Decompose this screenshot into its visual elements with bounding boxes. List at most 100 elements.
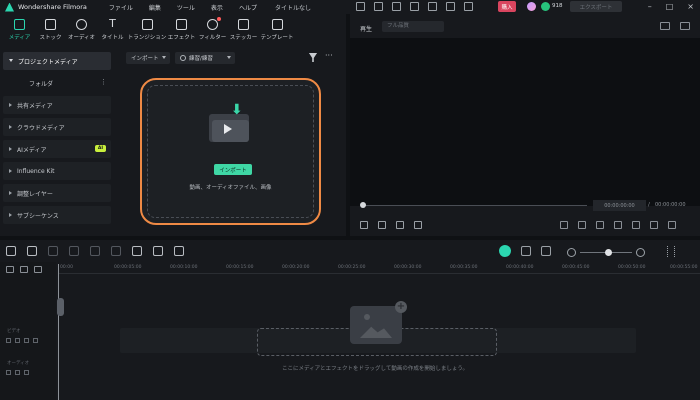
drop-area-hint: 動画、オーディオファイル、画像 xyxy=(189,185,272,191)
snapshot-icon[interactable] xyxy=(660,22,670,30)
export-button[interactable]: エクスポート xyxy=(570,1,622,12)
add-track-icon[interactable] xyxy=(6,266,14,273)
sidebar-item-ai-media[interactable]: AIメディア AI xyxy=(3,140,111,158)
sidebar-item-subsequence[interactable]: サブシーケンス xyxy=(3,206,111,224)
layout-icon[interactable] xyxy=(356,2,365,11)
edit-small-icon[interactable] xyxy=(33,338,38,343)
voice-icon[interactable] xyxy=(521,246,531,256)
filmora-logo-icon xyxy=(5,2,14,12)
timeline-ruler[interactable]: 00:00 00:00:05:00 00:00:10:00 00:00:15:0… xyxy=(58,264,700,274)
monitor-icon[interactable] xyxy=(614,221,622,229)
tab-template[interactable]: テンプレート xyxy=(261,19,293,47)
preview-scrubber[interactable] xyxy=(362,205,587,206)
folder-small-icon[interactable] xyxy=(6,338,11,343)
menu-view[interactable]: 表示 xyxy=(211,3,223,12)
tab-effect[interactable]: エフェクト xyxy=(168,19,195,47)
playhead-handle[interactable] xyxy=(57,298,64,316)
import-button[interactable]: インポート xyxy=(214,164,252,175)
delete-icon[interactable] xyxy=(90,246,100,256)
menu-tools[interactable]: ツール xyxy=(177,3,195,12)
tab-audio[interactable]: オーディオ xyxy=(68,19,95,47)
track-menu-icon[interactable] xyxy=(667,246,675,257)
zoom-in-icon[interactable] xyxy=(636,248,645,257)
ruler-tick: 00:00:30:00 xyxy=(394,265,422,270)
maximize-icon[interactable]: □ xyxy=(666,2,674,11)
tab-transition[interactable]: トランジション xyxy=(128,19,166,47)
chevron-right-icon xyxy=(9,169,12,173)
sidebar-item-folder[interactable]: フォルダ ⋮ xyxy=(3,74,111,92)
filter-funnel-icon[interactable] xyxy=(309,53,317,62)
lock-icon[interactable] xyxy=(15,338,20,343)
crop-icon[interactable] xyxy=(153,246,163,256)
ruler-tick: 00:00:20:00 xyxy=(282,265,310,270)
ruler-tick: 00:00:35:00 xyxy=(450,265,478,270)
layout-grid-icon[interactable] xyxy=(6,246,16,256)
mark-in-icon[interactable] xyxy=(560,221,568,229)
volume-icon[interactable] xyxy=(650,221,658,229)
stop-icon[interactable] xyxy=(414,221,422,229)
media-drop-area[interactable]: ⬇ インポート 動画、オーディオファイル、画像 xyxy=(140,78,321,225)
import-dropdown[interactable]: インポート xyxy=(126,52,170,64)
track-manage-icon[interactable] xyxy=(34,266,42,273)
undo-icon[interactable] xyxy=(48,246,58,256)
screen-icon[interactable] xyxy=(374,2,383,11)
more-horizontal-icon[interactable]: ··· xyxy=(325,51,333,60)
buy-button[interactable]: 購入 xyxy=(498,1,516,12)
tab-label: タイトル xyxy=(101,35,124,41)
zoom-out-icon[interactable] xyxy=(567,248,576,257)
tab-sticker[interactable]: ステッカー xyxy=(230,19,257,47)
menu-help[interactable]: ヘルプ xyxy=(239,3,257,12)
sidebar-item-influence-kit[interactable]: Influence Kit xyxy=(3,162,111,180)
sort-dropdown[interactable]: 練習/練習 xyxy=(175,52,235,64)
minimize-icon[interactable]: – xyxy=(648,2,652,11)
text-tool-icon[interactable] xyxy=(132,246,142,256)
message-icon[interactable] xyxy=(464,2,473,11)
sidebar-item-adjustment-layer[interactable]: 調整レイヤー xyxy=(3,184,111,202)
tab-media[interactable]: メディア xyxy=(6,19,33,47)
scrubber-handle[interactable] xyxy=(360,202,366,208)
link-icon[interactable] xyxy=(20,266,28,273)
camera-icon[interactable] xyxy=(632,221,640,229)
cloud-icon[interactable] xyxy=(428,2,437,11)
folder-icon[interactable] xyxy=(410,2,419,11)
audio-icon xyxy=(76,19,87,30)
keyboard-icon[interactable] xyxy=(446,2,455,11)
redo-icon[interactable] xyxy=(69,246,79,256)
microphone-icon[interactable] xyxy=(541,246,551,256)
menu-file[interactable]: ファイル xyxy=(109,3,133,12)
tab-stock[interactable]: ストック xyxy=(37,19,64,47)
more-icon[interactable]: ⋮ xyxy=(100,78,107,86)
cut-icon[interactable] xyxy=(111,246,121,256)
eye-icon[interactable] xyxy=(24,338,29,343)
image-sun-shape xyxy=(364,314,370,320)
play-icon[interactable] xyxy=(378,221,386,229)
save-icon[interactable] xyxy=(392,2,401,11)
fullscreen-icon[interactable] xyxy=(680,22,690,30)
menu-edit[interactable]: 編集 xyxy=(149,3,161,12)
avatar[interactable] xyxy=(527,2,536,11)
select-tool-icon[interactable] xyxy=(27,246,37,256)
tab-title[interactable]: T タイトル xyxy=(99,18,126,47)
play-reverse-icon[interactable] xyxy=(396,221,404,229)
window-controls: – □ × xyxy=(648,2,694,11)
mark-out-icon[interactable] xyxy=(578,221,586,229)
display-icon[interactable] xyxy=(596,221,604,229)
auto-ripple-icon[interactable] xyxy=(499,245,511,257)
document-title[interactable]: タイトルなし xyxy=(275,3,311,12)
zoom-slider-handle[interactable] xyxy=(605,249,612,256)
timeline-hint: ここにメディアとエフェクトをドラッグして動画の作成を開始しましょう。 xyxy=(281,366,468,372)
close-icon[interactable]: × xyxy=(687,2,694,11)
quality-select[interactable]: フル品質 xyxy=(382,21,444,32)
playhead[interactable] xyxy=(58,264,59,400)
import-dropdown-label: インポート xyxy=(131,56,159,62)
tab-filter[interactable]: フィルター xyxy=(199,17,226,47)
effect-icon xyxy=(176,19,187,30)
prev-frame-icon[interactable] xyxy=(360,221,368,229)
sidebar-item-shared-media[interactable]: 共有メディア xyxy=(3,96,111,114)
sidebar-item-cloud-media[interactable]: クラウドメディア xyxy=(3,118,111,136)
expand-icon[interactable] xyxy=(668,221,676,229)
filter-icon xyxy=(207,17,221,30)
ai-tool-icon[interactable] xyxy=(174,246,184,256)
add-media-icon[interactable]: + xyxy=(395,301,407,313)
sidebar-item-project-media[interactable]: プロジェクトメディア xyxy=(3,52,111,70)
